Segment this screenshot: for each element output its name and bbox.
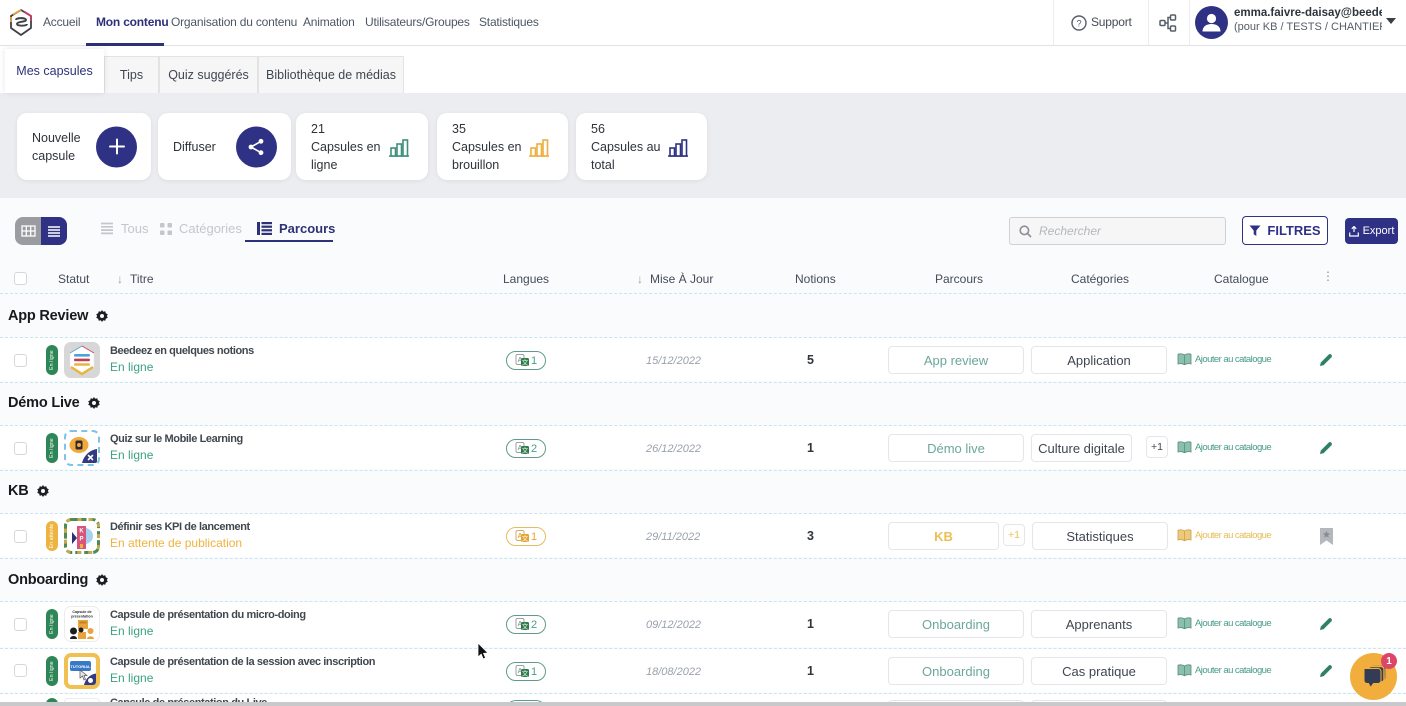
svg-text:文: 文 <box>522 446 529 455</box>
svg-text:文: 文 <box>522 669 529 678</box>
svg-text:Capsule de: Capsule de <box>72 610 91 614</box>
svg-text:?: ? <box>1076 19 1081 30</box>
svg-text:TUTORIAL: TUTORIAL <box>70 664 91 669</box>
svg-text:文: 文 <box>522 358 529 367</box>
svg-text:文: 文 <box>522 534 529 543</box>
svg-text:présentation: présentation <box>71 615 93 619</box>
svg-text:P: P <box>79 537 83 543</box>
svg-text:K: K <box>79 529 84 535</box>
svg-text:文: 文 <box>522 622 529 631</box>
